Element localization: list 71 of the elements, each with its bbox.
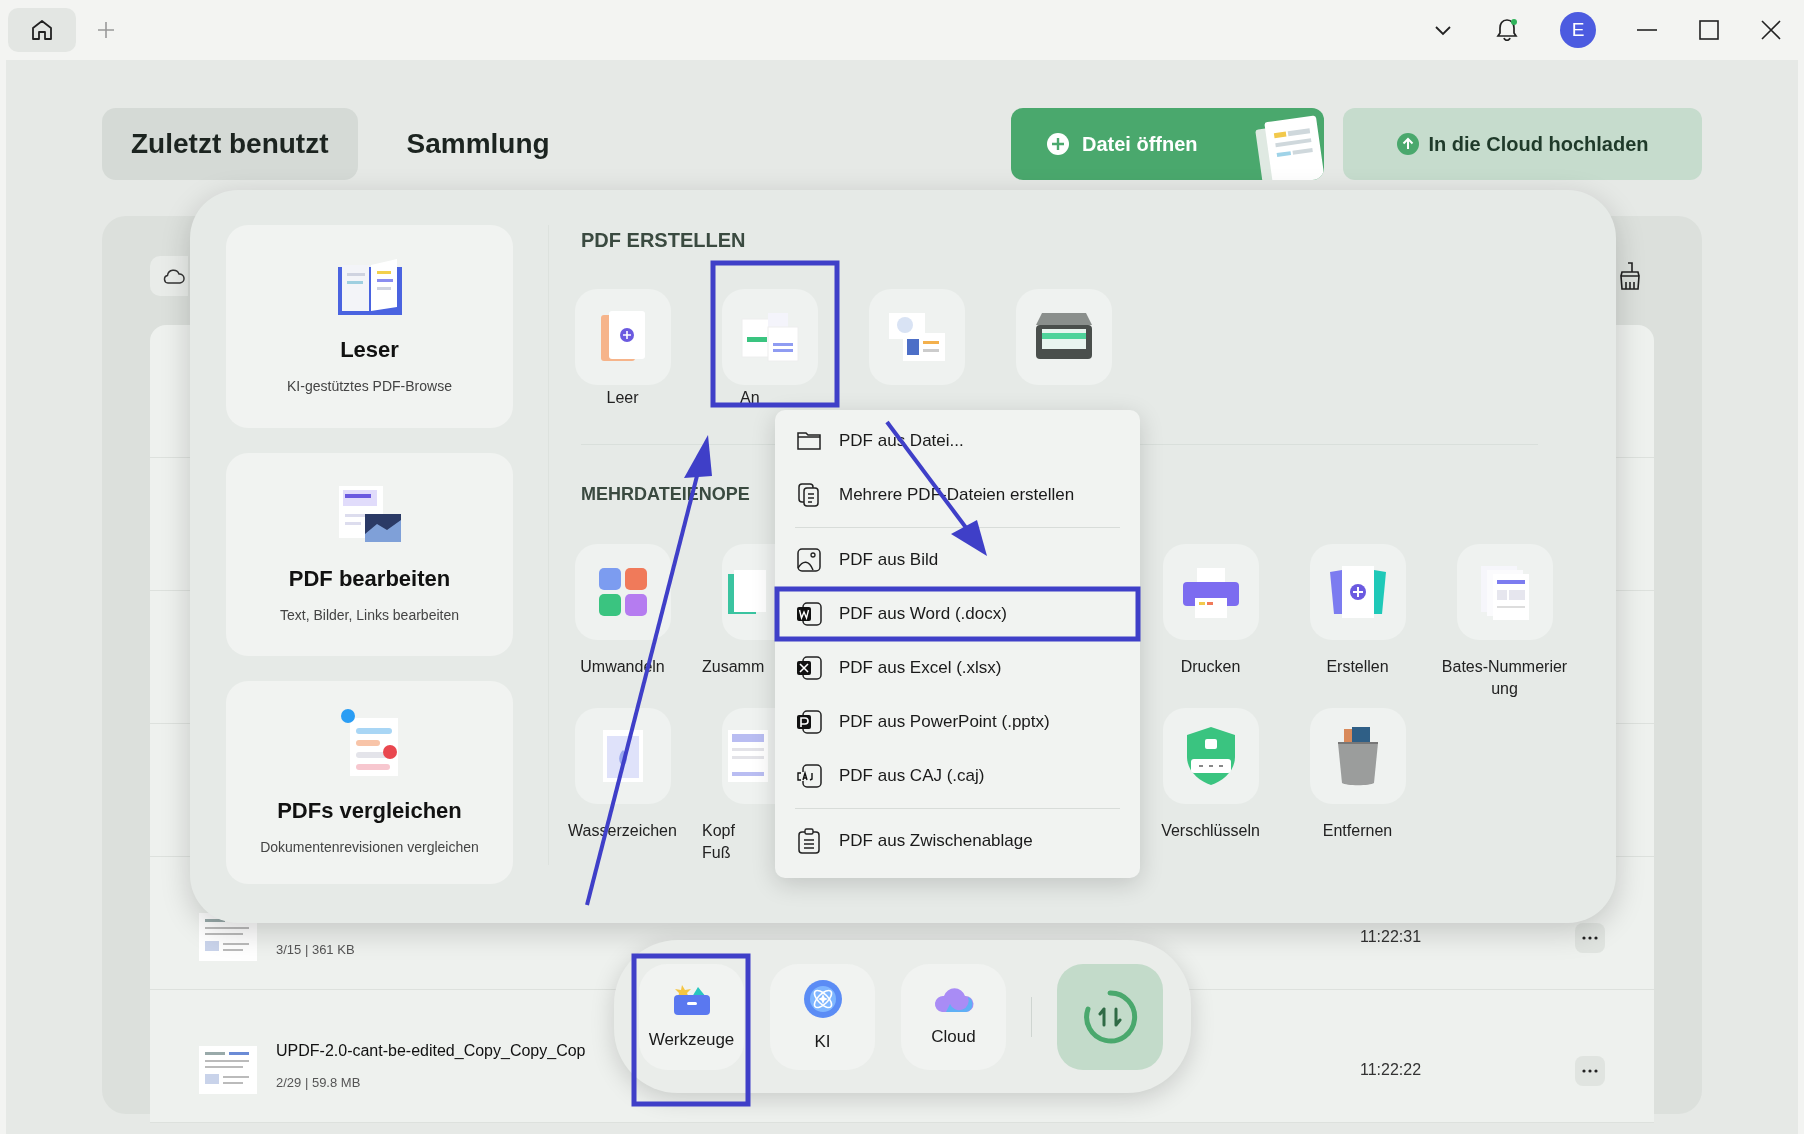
plus-circle-icon [1046,132,1070,156]
menu-item[interactable]: PDF aus Word (.docx) [781,591,1134,637]
upload-icon [1396,133,1419,155]
tile-label[interactable]: Bates-Nummerier ung [1441,656,1568,700]
card-subtitle: Text, Bilder, Links bearbeiten [280,605,459,625]
tool-tile[interactable] [1162,708,1259,804]
tile-label[interactable]: Kopf Fuß [696,820,735,864]
file-thumbnail [199,1046,257,1094]
more-button[interactable] [1575,923,1605,953]
maximize-icon[interactable] [1698,19,1720,41]
tool-tile[interactable] [1162,544,1259,640]
user-avatar[interactable]: E [1560,12,1596,48]
more-icon [1582,1069,1598,1073]
tab[interactable]: Zuletzt benutzt [102,108,358,180]
menu-item[interactable]: PDF aus Zwischenablage [781,818,1134,864]
tile-label[interactable]: Zusamm [696,656,765,678]
create-tile[interactable] [868,289,965,385]
tile-label[interactable]: Erstellen [1326,656,1389,678]
menu-item[interactable]: PDF aus Excel (.xlsx) [781,645,1134,691]
tool-tile[interactable] [1309,708,1406,804]
tool-tile[interactable] [1456,544,1553,640]
tab[interactable]: Sammlung [377,108,579,180]
tool-card[interactable]: PDFs vergleichen Dokumentenrevisionen vergleichen [226,681,513,884]
home-tab[interactable] [8,8,76,52]
tile-label[interactable]: Drucken [1180,656,1241,678]
word-icon [795,600,823,628]
tool-tile[interactable] [574,544,671,640]
tile-label: Leer [606,388,639,408]
file-meta: 2/29 | 59.8 MB [276,1073,361,1092]
compare-icon [339,707,400,778]
card-subtitle: KI-gestütztes PDF-Browse [287,376,452,396]
tile-label[interactable]: Entfernen [1322,820,1393,842]
tile-label: An [739,388,760,408]
excel-icon [795,654,823,682]
menu-item[interactable]: PDF aus Bild [781,537,1134,583]
tool-card[interactable]: PDF bearbeiten Text, Bilder, Links bearbeiten [226,453,513,656]
cloud-upload-button[interactable]: In die Cloud hochladen [1343,108,1702,180]
caj-icon [795,762,823,790]
card-subtitle: Dokumentenrevisionen vergleichen [260,837,479,857]
tile-label[interactable]: Verschlüsseln [1161,820,1260,842]
card-title: PDFs vergleichen [277,796,462,825]
file-meta: 3/15 | 361 KB [276,940,355,959]
card-title: PDF bearbeiten [288,564,451,593]
powerpoint-icon [795,708,823,736]
more-icon [1582,936,1598,940]
tool-tile[interactable] [574,708,671,804]
create-tile[interactable] [721,289,818,385]
merge-icon [727,570,766,614]
create-tile[interactable] [574,289,671,385]
clipboard-icon [795,827,823,855]
menu-item[interactable]: PDF aus CAJ (.caj) [781,753,1134,799]
card-title: Leser [340,335,399,364]
bell-icon[interactable] [1494,17,1520,43]
home-icon [29,17,55,43]
close-icon[interactable] [1760,19,1782,41]
cloud-filter-button[interactable] [150,256,188,296]
menu-item[interactable]: PDF aus PowerPoint (.pptx) [781,699,1134,745]
section-heading: PDF ERSTELLEN [581,228,746,253]
tool-tile[interactable] [1309,544,1406,640]
dock-item[interactable]: KI [770,963,875,1070]
file-name: UPDF-2.0-cant-be-edited_Copy_Copy_Cop [276,1040,586,1061]
file-time: 11:22:31 [1360,927,1423,947]
tool-card[interactable]: Leser KI-gestütztes PDF-Browse [226,225,513,428]
create-tile[interactable] [1015,289,1112,385]
dock-item[interactable]: Werkzeuge [639,963,744,1070]
dock-item[interactable]: Cloud [901,963,1006,1070]
image-icon [795,546,823,574]
ai-orb-icon [802,978,843,1019]
more-button[interactable] [1575,1056,1605,1086]
file-time: 11:22:22 [1360,1060,1423,1080]
header-footer-icon [727,730,768,782]
